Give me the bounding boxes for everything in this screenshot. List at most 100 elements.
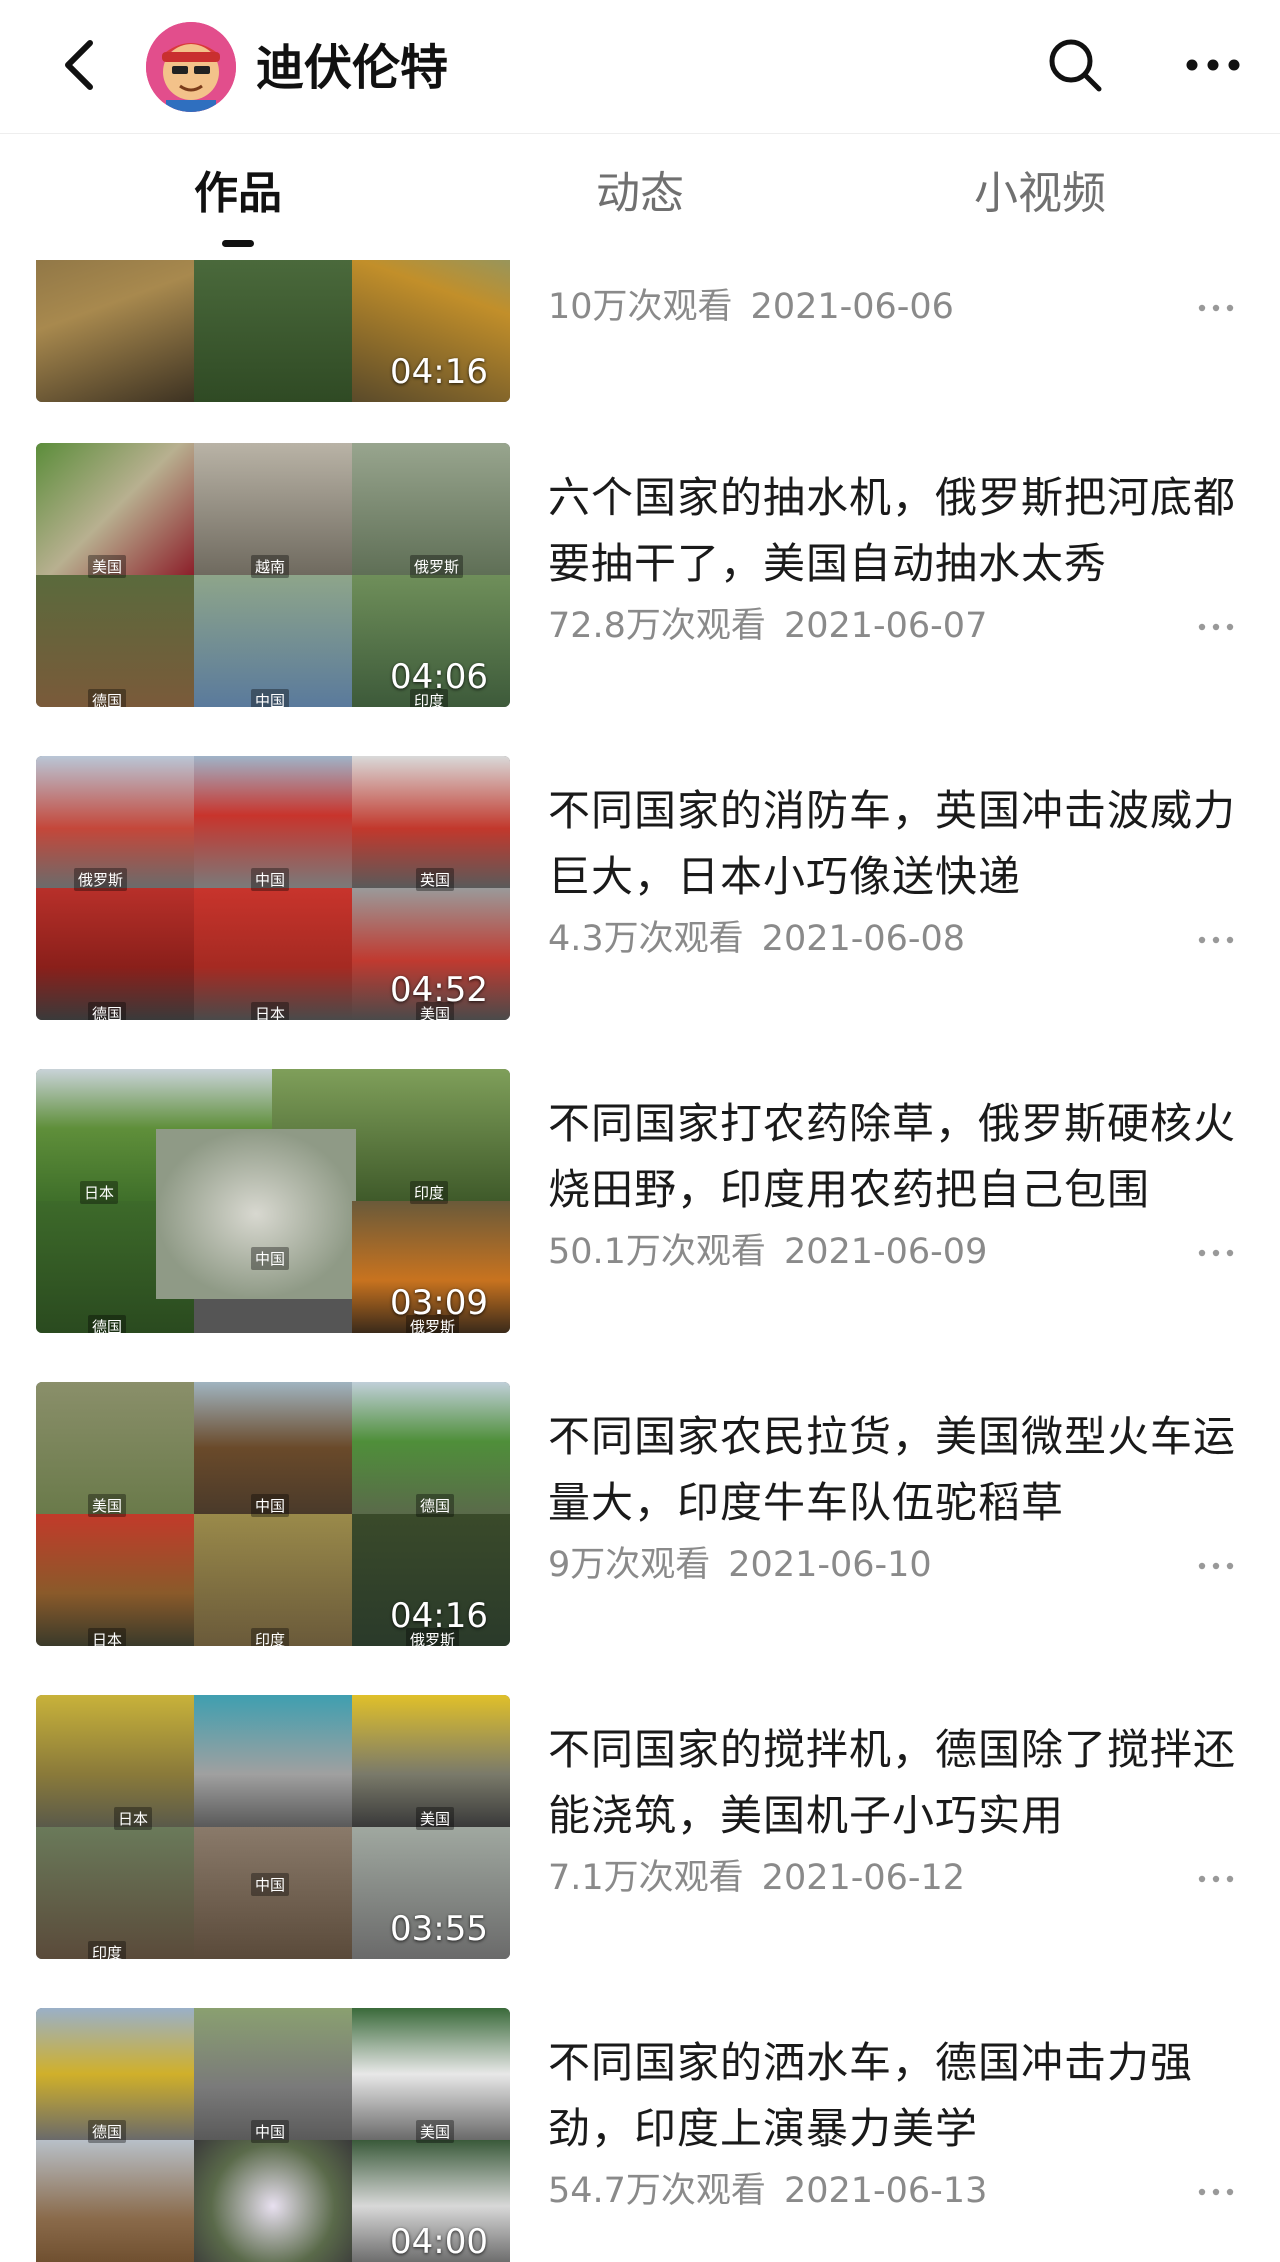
top-app-bar: 迪伏伦特 bbox=[0, 0, 1280, 134]
video-duration: 04:06 bbox=[390, 657, 488, 697]
video-thumbnail[interactable]: 日本 印度 中国 德国 俄罗斯 03:09 bbox=[36, 1069, 510, 1333]
publish-date: 2021-06-10 bbox=[728, 1545, 932, 1585]
thumbnail-label: 德国 bbox=[88, 689, 127, 707]
thumbnail-label: 日本 bbox=[88, 1628, 127, 1646]
thumbnail-label: 俄罗斯 bbox=[74, 868, 128, 891]
item-more-button[interactable] bbox=[1186, 1859, 1246, 1899]
video-title[interactable]: 不同国家的消防车，英国冲击波威力巨大，日本小巧像送快递 bbox=[548, 778, 1248, 910]
thumbnail-label: 德国 bbox=[88, 1315, 127, 1333]
thumbnail-label: 德国 bbox=[88, 2120, 127, 2143]
video-duration: 04:16 bbox=[390, 1596, 488, 1636]
item-more-button[interactable] bbox=[1186, 1233, 1246, 1273]
video-list[interactable]: 04:16 还是比不上美国，中国和印度实用 10万次观看 2021-06-06 美… bbox=[0, 260, 1280, 2262]
video-item[interactable]: 美国 中国 德国 日本 印度 俄罗斯 04:16 不同国家农民拉货，美国微型火车… bbox=[0, 1382, 1280, 1672]
thumbnail-label: 日本 bbox=[251, 1002, 290, 1020]
video-title[interactable]: 不同国家农民拉货，美国微型火车运量大，印度牛车队伍驼稻草 bbox=[548, 1404, 1248, 1536]
thumbnail-label: 中国 bbox=[251, 1494, 290, 1517]
video-title[interactable]: 六个国家的抽水机，俄罗斯把河底都要抽干了，美国自动抽水太秀 bbox=[548, 465, 1248, 597]
tab-works[interactable]: 作品 bbox=[118, 164, 358, 224]
tab-updates[interactable]: 动态 bbox=[520, 164, 760, 224]
back-button[interactable] bbox=[48, 30, 108, 100]
video-thumbnail[interactable]: 俄罗斯 中国 英国 德国 日本 美国 04:52 bbox=[36, 756, 510, 1020]
tab-short-videos[interactable]: 小视频 bbox=[920, 164, 1160, 224]
item-more-button[interactable] bbox=[1186, 1546, 1246, 1586]
video-item[interactable]: 日本 美国 中国 印度 03:55 不同国家的搅拌机，德国除了搅拌还能浇筑，美国… bbox=[0, 1695, 1280, 1985]
video-item[interactable]: 日本 印度 中国 德国 俄罗斯 03:09 不同国家打农药除草，俄罗斯硬核火烧田… bbox=[0, 1069, 1280, 1359]
channel-avatar[interactable] bbox=[146, 22, 236, 112]
publish-date: 2021-06-07 bbox=[783, 606, 988, 646]
more-horizontal-icon bbox=[1198, 2188, 1234, 2196]
view-count: 4.3万次观看 bbox=[548, 919, 744, 959]
more-horizontal-icon bbox=[1198, 1875, 1234, 1883]
video-title[interactable]: 不同国家的搅拌机，德国除了搅拌还能浇筑，美国机子小巧实用 bbox=[548, 1717, 1248, 1849]
thumbnail-label: 美国 bbox=[416, 2120, 455, 2143]
view-count: 7.1万次观看 bbox=[548, 1858, 744, 1898]
thumbnail-label: 中国 bbox=[251, 689, 290, 707]
thumbnail-label: 中国 bbox=[251, 1247, 290, 1270]
item-more-button[interactable] bbox=[1186, 607, 1246, 647]
thumbnail-label: 中国 bbox=[251, 2120, 290, 2143]
search-icon bbox=[1049, 39, 1102, 92]
video-duration: 03:55 bbox=[390, 1909, 488, 1949]
thumbnail-label: 中国 bbox=[251, 1873, 290, 1896]
video-title[interactable]: 不同国家打农药除草，俄罗斯硬核火烧田野，印度用农药把自己包围 bbox=[548, 1091, 1248, 1223]
video-duration: 04:16 bbox=[390, 352, 488, 392]
video-thumbnail[interactable]: 美国 越南 俄罗斯 德国 中国 印度 04:06 bbox=[36, 443, 510, 707]
publish-date: 2021-06-13 bbox=[783, 2171, 988, 2211]
thumbnail-label: 美国 bbox=[416, 1807, 455, 1830]
thumbnail-label: 英国 bbox=[416, 868, 455, 891]
item-more-button[interactable] bbox=[1186, 920, 1246, 960]
video-thumbnail[interactable]: 美国 中国 德国 日本 印度 俄罗斯 04:16 bbox=[36, 1382, 510, 1646]
active-tab-indicator bbox=[222, 240, 254, 247]
video-duration: 04:00 bbox=[390, 2222, 488, 2262]
view-count: 72.8万次观看 bbox=[548, 606, 766, 646]
video-item[interactable]: 俄罗斯 中国 英国 德国 日本 美国 04:52 不同国家的消防车，英国冲击波威… bbox=[0, 756, 1280, 1046]
video-thumbnail[interactable]: 04:16 bbox=[36, 260, 510, 402]
video-meta: 7.1万次观看 2021-06-12 bbox=[548, 1855, 965, 1901]
publish-date: 2021-06-08 bbox=[761, 919, 966, 959]
more-horizontal-icon bbox=[1198, 1562, 1234, 1570]
thumbnail-label: 美国 bbox=[88, 1494, 127, 1517]
more-horizontal-icon bbox=[1198, 936, 1234, 944]
thumbnail-label: 美国 bbox=[88, 555, 127, 578]
thumbnail-label: 俄罗斯 bbox=[410, 555, 464, 578]
more-horizontal-icon bbox=[1198, 623, 1234, 631]
video-duration: 03:09 bbox=[390, 1283, 488, 1323]
item-more-button[interactable] bbox=[1186, 2172, 1246, 2212]
video-item[interactable]: 德国 中国 美国 04:00 不同国家的洒水车，德国冲击力强劲，印度上演暴力美学… bbox=[0, 2008, 1280, 2262]
publish-date: 2021-06-12 bbox=[761, 1858, 966, 1898]
video-duration: 04:52 bbox=[390, 970, 488, 1010]
thumbnail-label: 德国 bbox=[416, 1494, 455, 1517]
publish-date: 2021-06-09 bbox=[783, 1232, 988, 1272]
more-button[interactable] bbox=[1178, 30, 1248, 100]
thumbnail-label: 日本 bbox=[114, 1807, 153, 1830]
thumbnail-label: 印度 bbox=[251, 1628, 290, 1646]
video-thumbnail[interactable]: 德国 中国 美国 04:00 bbox=[36, 2008, 510, 2262]
thumbnail-label: 越南 bbox=[251, 555, 290, 578]
view-count: 50.1万次观看 bbox=[548, 1232, 766, 1272]
view-count: 9万次观看 bbox=[548, 1545, 711, 1585]
view-count: 10万次观看 bbox=[548, 287, 733, 327]
chevron-left-icon bbox=[65, 40, 93, 90]
video-meta: 10万次观看 2021-06-06 bbox=[548, 284, 954, 330]
video-meta: 72.8万次观看 2021-06-07 bbox=[548, 603, 987, 649]
publish-date: 2021-06-06 bbox=[750, 287, 954, 327]
more-horizontal-icon bbox=[1198, 1249, 1234, 1257]
video-thumbnail[interactable]: 日本 美国 中国 印度 03:55 bbox=[36, 1695, 510, 1959]
video-meta: 4.3万次观看 2021-06-08 bbox=[548, 916, 965, 962]
video-meta: 9万次观看 2021-06-10 bbox=[548, 1542, 932, 1588]
thumbnail-label: 印度 bbox=[410, 1181, 449, 1204]
search-button[interactable] bbox=[1040, 30, 1110, 100]
video-meta: 50.1万次观看 2021-06-09 bbox=[548, 1229, 987, 1275]
thumbnail-label: 日本 bbox=[80, 1181, 119, 1204]
video-title[interactable]: 还是比不上美国，中国和印度实用 bbox=[548, 260, 1248, 274]
view-count: 54.7万次观看 bbox=[548, 2171, 766, 2211]
item-more-button[interactable] bbox=[1186, 288, 1246, 328]
video-item[interactable]: 美国 越南 俄罗斯 德国 中国 印度 04:06 六个国家的抽水机，俄罗斯把河底… bbox=[0, 443, 1280, 733]
video-title[interactable]: 不同国家的洒水车，德国冲击力强劲，印度上演暴力美学 bbox=[548, 2030, 1248, 2162]
thumbnail-label: 印度 bbox=[88, 1941, 127, 1959]
tab-bar: 作品 动态 小视频 bbox=[0, 134, 1280, 260]
channel-name[interactable]: 迪伏伦特 bbox=[256, 36, 448, 100]
thumbnail-label: 中国 bbox=[251, 868, 290, 891]
more-horizontal-icon bbox=[1186, 59, 1240, 71]
